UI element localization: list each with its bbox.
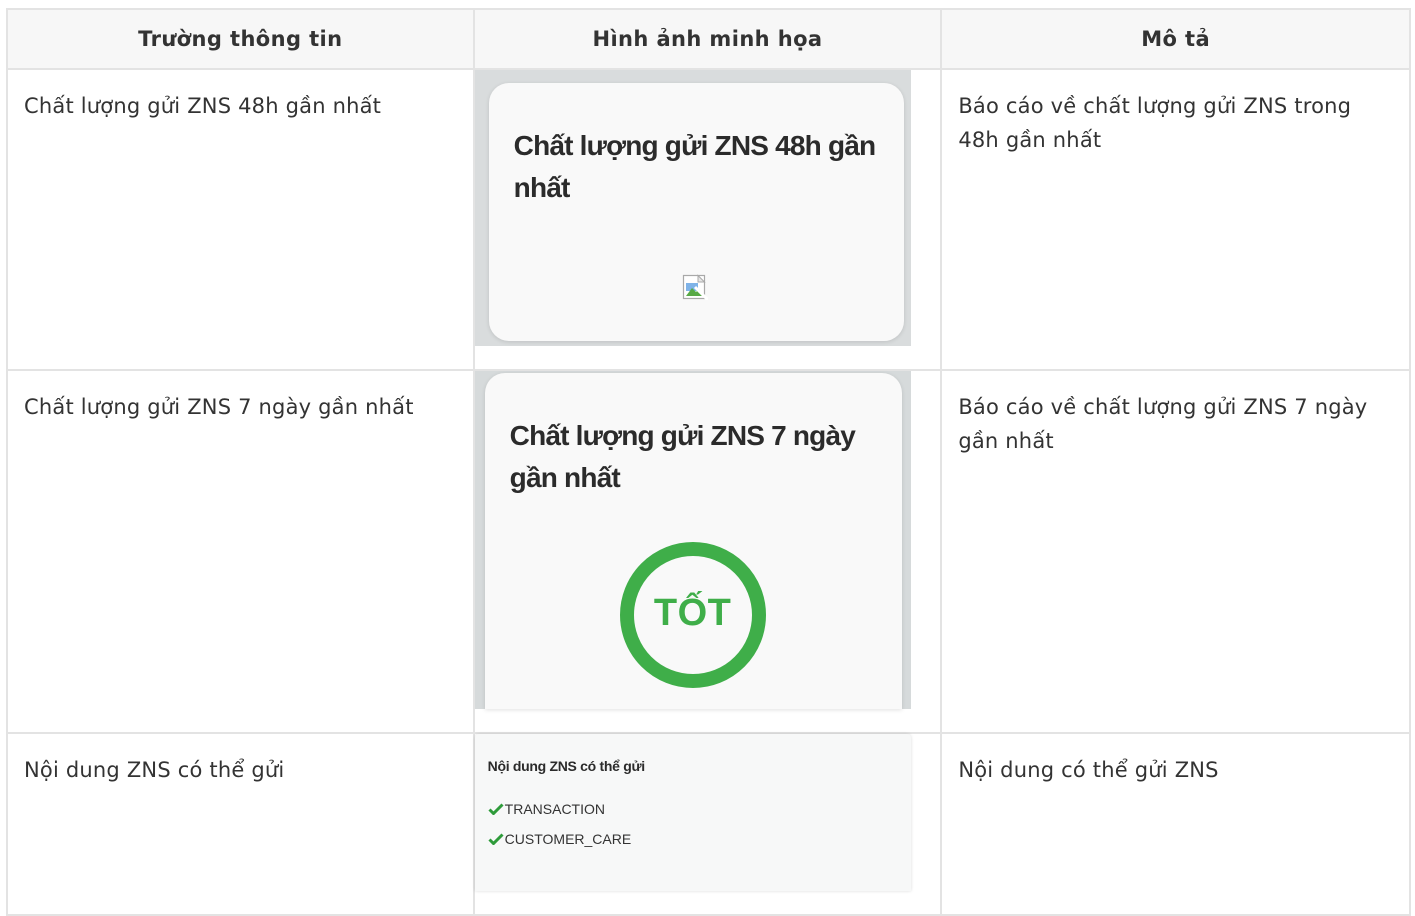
illustration-title: Chất lượng gửi ZNS 48h gần nhất xyxy=(513,130,876,203)
field-text: Chất lượng gửi ZNS 48h gần nhất xyxy=(24,94,382,118)
illustration-7days: Chất lượng gửi ZNS 7 ngày gần nhất TỐT xyxy=(474,371,911,709)
list-item-label: CUSTOMER_CARE xyxy=(504,831,632,847)
illustration-card: Chất lượng gửi ZNS 48h gần nhất xyxy=(488,83,904,341)
header-field: Trường thông tin xyxy=(6,8,475,70)
field-cell: Chất lượng gửi ZNS 7 ngày gần nhất xyxy=(6,369,475,734)
field-cell: Nội dung ZNS có thể gửi xyxy=(6,732,475,916)
check-icon xyxy=(488,803,504,815)
description-text: Báo cáo về chất lượng gửi ZNS 7 ngày gần… xyxy=(958,395,1368,453)
list-item: CUSTOMER_CARE xyxy=(488,831,632,847)
info-table: Trường thông tin Hình ảnh minh họa Mô tả… xyxy=(6,8,1411,916)
header-description: Mô tả xyxy=(940,8,1411,70)
illustration-title: Chất lượng gửi ZNS 7 ngày gần nhất xyxy=(509,420,856,493)
description-text: Nội dung có thể gửi ZNS xyxy=(958,758,1219,782)
broken-image-icon xyxy=(682,274,708,300)
illustration-title: Nội dung ZNS có thể gửi xyxy=(487,758,646,774)
illustration-card: Chất lượng gửi ZNS 7 ngày gần nhất TỐT xyxy=(484,373,902,709)
table-row: Nội dung ZNS có thể gửi Nội dung ZNS có … xyxy=(6,732,1411,916)
illustration-cell: Nội dung ZNS có thể gửi TRANSACTION CUST… xyxy=(472,732,943,916)
list-item: TRANSACTION xyxy=(488,801,605,817)
table-header-row: Trường thông tin Hình ảnh minh họa Mô tả xyxy=(6,8,1411,70)
illustration-cell: Chất lượng gửi ZNS 48h gần nhất xyxy=(472,68,943,371)
description-cell: Báo cáo về chất lượng gửi ZNS 7 ngày gần… xyxy=(940,369,1411,734)
field-text: Nội dung ZNS có thể gửi xyxy=(24,758,285,782)
description-cell: Nội dung có thể gửi ZNS xyxy=(940,732,1411,916)
illustration-content-types: Nội dung ZNS có thể gửi TRANSACTION CUST… xyxy=(474,734,911,891)
illustration-48h: Chất lượng gửi ZNS 48h gần nhất xyxy=(474,70,911,346)
header-illustration: Hình ảnh minh họa xyxy=(472,8,943,70)
field-cell: Chất lượng gửi ZNS 48h gần nhất xyxy=(6,68,475,371)
table-row: Chất lượng gửi ZNS 7 ngày gần nhất Chất … xyxy=(6,369,1411,734)
list-item-label: TRANSACTION xyxy=(504,801,605,817)
status-label: TỐT xyxy=(653,592,732,634)
check-icon xyxy=(488,833,504,845)
field-text: Chất lượng gửi ZNS 7 ngày gần nhất xyxy=(24,395,414,419)
description-text: Báo cáo về chất lượng gửi ZNS trong 48h … xyxy=(958,94,1352,152)
table-row: Chất lượng gửi ZNS 48h gần nhất Chất lượ… xyxy=(6,68,1411,371)
description-cell: Báo cáo về chất lượng gửi ZNS trong 48h … xyxy=(940,68,1411,371)
illustration-cell: Chất lượng gửi ZNS 7 ngày gần nhất TỐT xyxy=(472,369,943,734)
